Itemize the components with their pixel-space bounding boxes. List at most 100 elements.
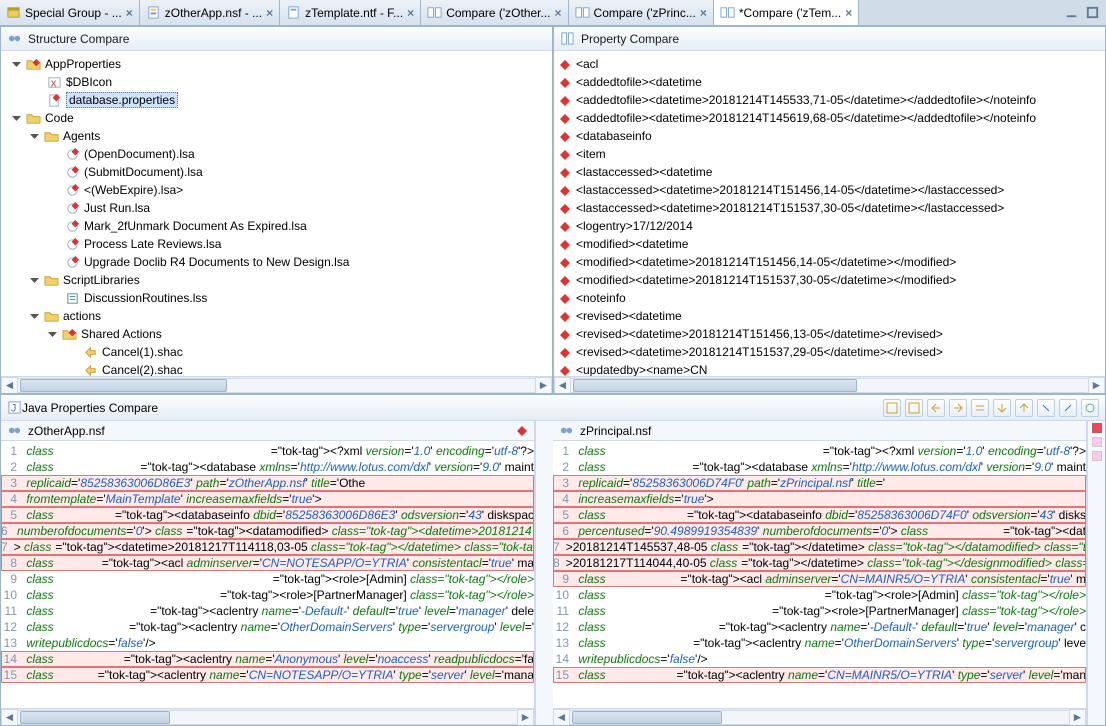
property-row[interactable]: <modified><datetime>20181214T151537,30-0… xyxy=(560,271,1099,289)
tab-ztemplate[interactable]: zTemplate.ntf - F... × xyxy=(280,0,421,25)
code-line[interactable]: 5 class="tok-tag"><databaseinfo dbid='85… xyxy=(553,507,1086,523)
tool-copy-right[interactable] xyxy=(949,399,967,417)
tree-row[interactable]: ScriptLibraries xyxy=(7,271,550,289)
tool-copy-all-right[interactable] xyxy=(905,399,923,417)
code-line[interactable]: 15 class="tok-tag"><aclentry name='CN=NO… xyxy=(1,667,534,683)
code-line[interactable]: 7> class="tok-tag"><datetime>20181217T11… xyxy=(1,539,534,555)
code-line[interactable]: 6 percentused='90.4989919354839' numbero… xyxy=(553,523,1086,539)
code-line[interactable]: 10 class="tok-tag"><role>[PartnerManager… xyxy=(1,587,534,603)
tab-zotherapp[interactable]: zOtherApp.nsf - ... × xyxy=(140,0,280,25)
code-line[interactable]: 8 class="tok-tag"><acl adminserver='CN=N… xyxy=(1,555,534,571)
tool-swap[interactable] xyxy=(971,399,989,417)
tool-copy-left[interactable] xyxy=(927,399,945,417)
property-row[interactable]: <revised><datetime>20181214T151456,13-05… xyxy=(560,325,1099,343)
code-line[interactable]: 1 class="tok-tag"><?xml version='1.0' en… xyxy=(1,443,534,459)
tool-prev-diff[interactable] xyxy=(1015,399,1033,417)
tree-row[interactable]: (SubmitDocument).lsa xyxy=(7,163,550,181)
code-line[interactable]: 13 writepublicdocs='false'/> xyxy=(1,635,534,651)
h-scrollbar[interactable]: ◄► xyxy=(1,708,534,725)
property-row[interactable]: <addedtofile><datetime xyxy=(560,73,1099,91)
property-row[interactable]: <databaseinfo xyxy=(560,127,1099,145)
tree-row[interactable]: Cancel(1).shac xyxy=(7,343,550,361)
property-row[interactable]: <noteinfo xyxy=(560,289,1099,307)
property-row[interactable]: <updatedby><name>CN xyxy=(560,361,1099,376)
code-line[interactable]: 4 increasemaxfields='true'> xyxy=(553,491,1086,507)
tree-row[interactable]: Cancel(2).shac xyxy=(7,361,550,376)
close-icon[interactable]: × xyxy=(555,6,562,20)
tree-row[interactable]: x$DBIcon xyxy=(7,73,550,91)
tree-row[interactable]: Shared Actions xyxy=(7,325,550,343)
diff-overview-left[interactable] xyxy=(535,421,553,725)
tab-compare-zprinc[interactable]: Compare ('zPrinc... × xyxy=(569,0,714,25)
code-line[interactable]: 9 class="tok-tag"><role>[Admin] class="t… xyxy=(1,571,534,587)
code-line[interactable]: 10 class="tok-tag"><role>[Admin] class="… xyxy=(553,587,1086,603)
tree-row[interactable]: Code xyxy=(7,109,550,127)
h-scrollbar[interactable]: ◄► xyxy=(554,376,1105,393)
property-row[interactable]: <item xyxy=(560,145,1099,163)
diff-overview-right[interactable] xyxy=(1087,421,1105,725)
tree-row[interactable]: Agents xyxy=(7,127,550,145)
tab-special-group[interactable]: Special Group - ... × xyxy=(0,0,140,25)
close-icon[interactable]: × xyxy=(266,6,273,20)
close-icon[interactable]: × xyxy=(845,6,852,20)
close-icon[interactable]: × xyxy=(407,6,414,20)
tool-next-diff[interactable] xyxy=(993,399,1011,417)
expand-open-icon[interactable] xyxy=(47,329,58,340)
code-line[interactable]: 12 class="tok-tag"><aclentry name='-Defa… xyxy=(553,619,1086,635)
property-row[interactable]: <addedtofile><datetime>20181214T145533,7… xyxy=(560,91,1099,109)
code-line[interactable]: 8>20181217T114044,40-05 class="tok-tag">… xyxy=(553,555,1086,571)
property-list[interactable]: <acl<addedtofile><datetime<addedtofile><… xyxy=(554,51,1105,376)
code-line[interactable]: 11 class="tok-tag"><aclentry name='-Defa… xyxy=(1,603,534,619)
code-line[interactable]: 3 replicaid='85258363006D86E3' path='zOt… xyxy=(1,475,534,491)
code-line[interactable]: 1 class="tok-tag"><?xml version='1.0' en… xyxy=(553,443,1086,459)
expand-open-icon[interactable] xyxy=(11,113,22,124)
code-line[interactable]: 7>20181214T145537,48-05 class="tok-tag">… xyxy=(553,539,1086,555)
h-scrollbar[interactable]: ◄► xyxy=(553,708,1086,725)
code-line[interactable]: 2 class="tok-tag"><database xmlns='http:… xyxy=(1,459,534,475)
tree-row[interactable]: (OpenDocument).lsa xyxy=(7,145,550,163)
property-row[interactable]: <addedtofile><datetime>20181214T145619,6… xyxy=(560,109,1099,127)
tree-row[interactable]: actions xyxy=(7,307,550,325)
property-row[interactable]: <logentry>17/12/2014 xyxy=(560,217,1099,235)
code-line[interactable]: 9 class="tok-tag"><acl adminserver='CN=M… xyxy=(553,571,1086,587)
close-icon[interactable]: × xyxy=(700,6,707,20)
code-line[interactable]: 13 class="tok-tag"><aclentry name='Other… xyxy=(553,635,1086,651)
tab-compare-ztem-active[interactable]: *Compare ('zTem... × xyxy=(714,0,859,25)
expand-open-icon[interactable] xyxy=(29,311,40,322)
property-row[interactable]: <modified><datetime xyxy=(560,235,1099,253)
code-line[interactable]: 5 class="tok-tag"><databaseinfo dbid='85… xyxy=(1,507,534,523)
close-icon[interactable]: × xyxy=(126,6,133,20)
structure-tree[interactable]: AppPropertiesx$DBIcondatabase.properties… xyxy=(1,51,552,376)
tab-compare-zother[interactable]: Compare ('zOther... × xyxy=(421,0,568,25)
code-line[interactable]: 12 class="tok-tag"><aclentry name='Other… xyxy=(1,619,534,635)
code-line[interactable]: 2 class="tok-tag"><database xmlns='http:… xyxy=(553,459,1086,475)
maximize-icon[interactable] xyxy=(1085,5,1100,20)
code-line[interactable]: 6 numberofdocuments='0'> class="tok-tag"… xyxy=(1,523,534,539)
expand-open-icon[interactable] xyxy=(11,59,22,70)
tool-prev-change[interactable] xyxy=(1059,399,1077,417)
property-row[interactable]: <revised><datetime xyxy=(560,307,1099,325)
property-row[interactable]: <lastaccessed><datetime xyxy=(560,163,1099,181)
minimize-icon[interactable] xyxy=(1064,5,1079,20)
tool-next-change[interactable] xyxy=(1037,399,1055,417)
property-row[interactable]: <lastaccessed><datetime>20181214T151456,… xyxy=(560,181,1099,199)
property-row[interactable]: <acl xyxy=(560,55,1099,73)
code-line[interactable]: 14 writepublicdocs='false'/> xyxy=(553,651,1086,667)
tree-row[interactable]: Mark_2fUnmark Document As Expired.lsa xyxy=(7,217,550,235)
property-row[interactable]: <modified><datetime>20181214T151456,14-0… xyxy=(560,253,1099,271)
expand-open-icon[interactable] xyxy=(29,131,40,142)
tree-row[interactable]: DiscussionRoutines.lss xyxy=(7,289,550,307)
tool-copy-all-left[interactable] xyxy=(883,399,901,417)
property-row[interactable]: <revised><datetime>20181214T151537,29-05… xyxy=(560,343,1099,361)
tree-row[interactable]: Just Run.lsa xyxy=(7,199,550,217)
h-scrollbar[interactable]: ◄► xyxy=(1,376,552,393)
tree-row[interactable]: AppProperties xyxy=(7,55,550,73)
tree-row[interactable]: Process Late Reviews.lsa xyxy=(7,235,550,253)
left-code-editor[interactable]: 1 class="tok-tag"><?xml version='1.0' en… xyxy=(1,441,534,708)
code-line[interactable]: 3 replicaid='85258363006D74F0' path='zPr… xyxy=(553,475,1086,491)
code-line[interactable]: 15 class="tok-tag"><aclentry name='CN=MA… xyxy=(553,667,1086,683)
tree-row[interactable]: Upgrade Doclib R4 Documents to New Desig… xyxy=(7,253,550,271)
code-line[interactable]: 11 class="tok-tag"><role>[PartnerManager… xyxy=(553,603,1086,619)
code-line[interactable]: 14 class="tok-tag"><aclentry name='Anony… xyxy=(1,651,534,667)
tool-settings[interactable] xyxy=(1081,399,1099,417)
